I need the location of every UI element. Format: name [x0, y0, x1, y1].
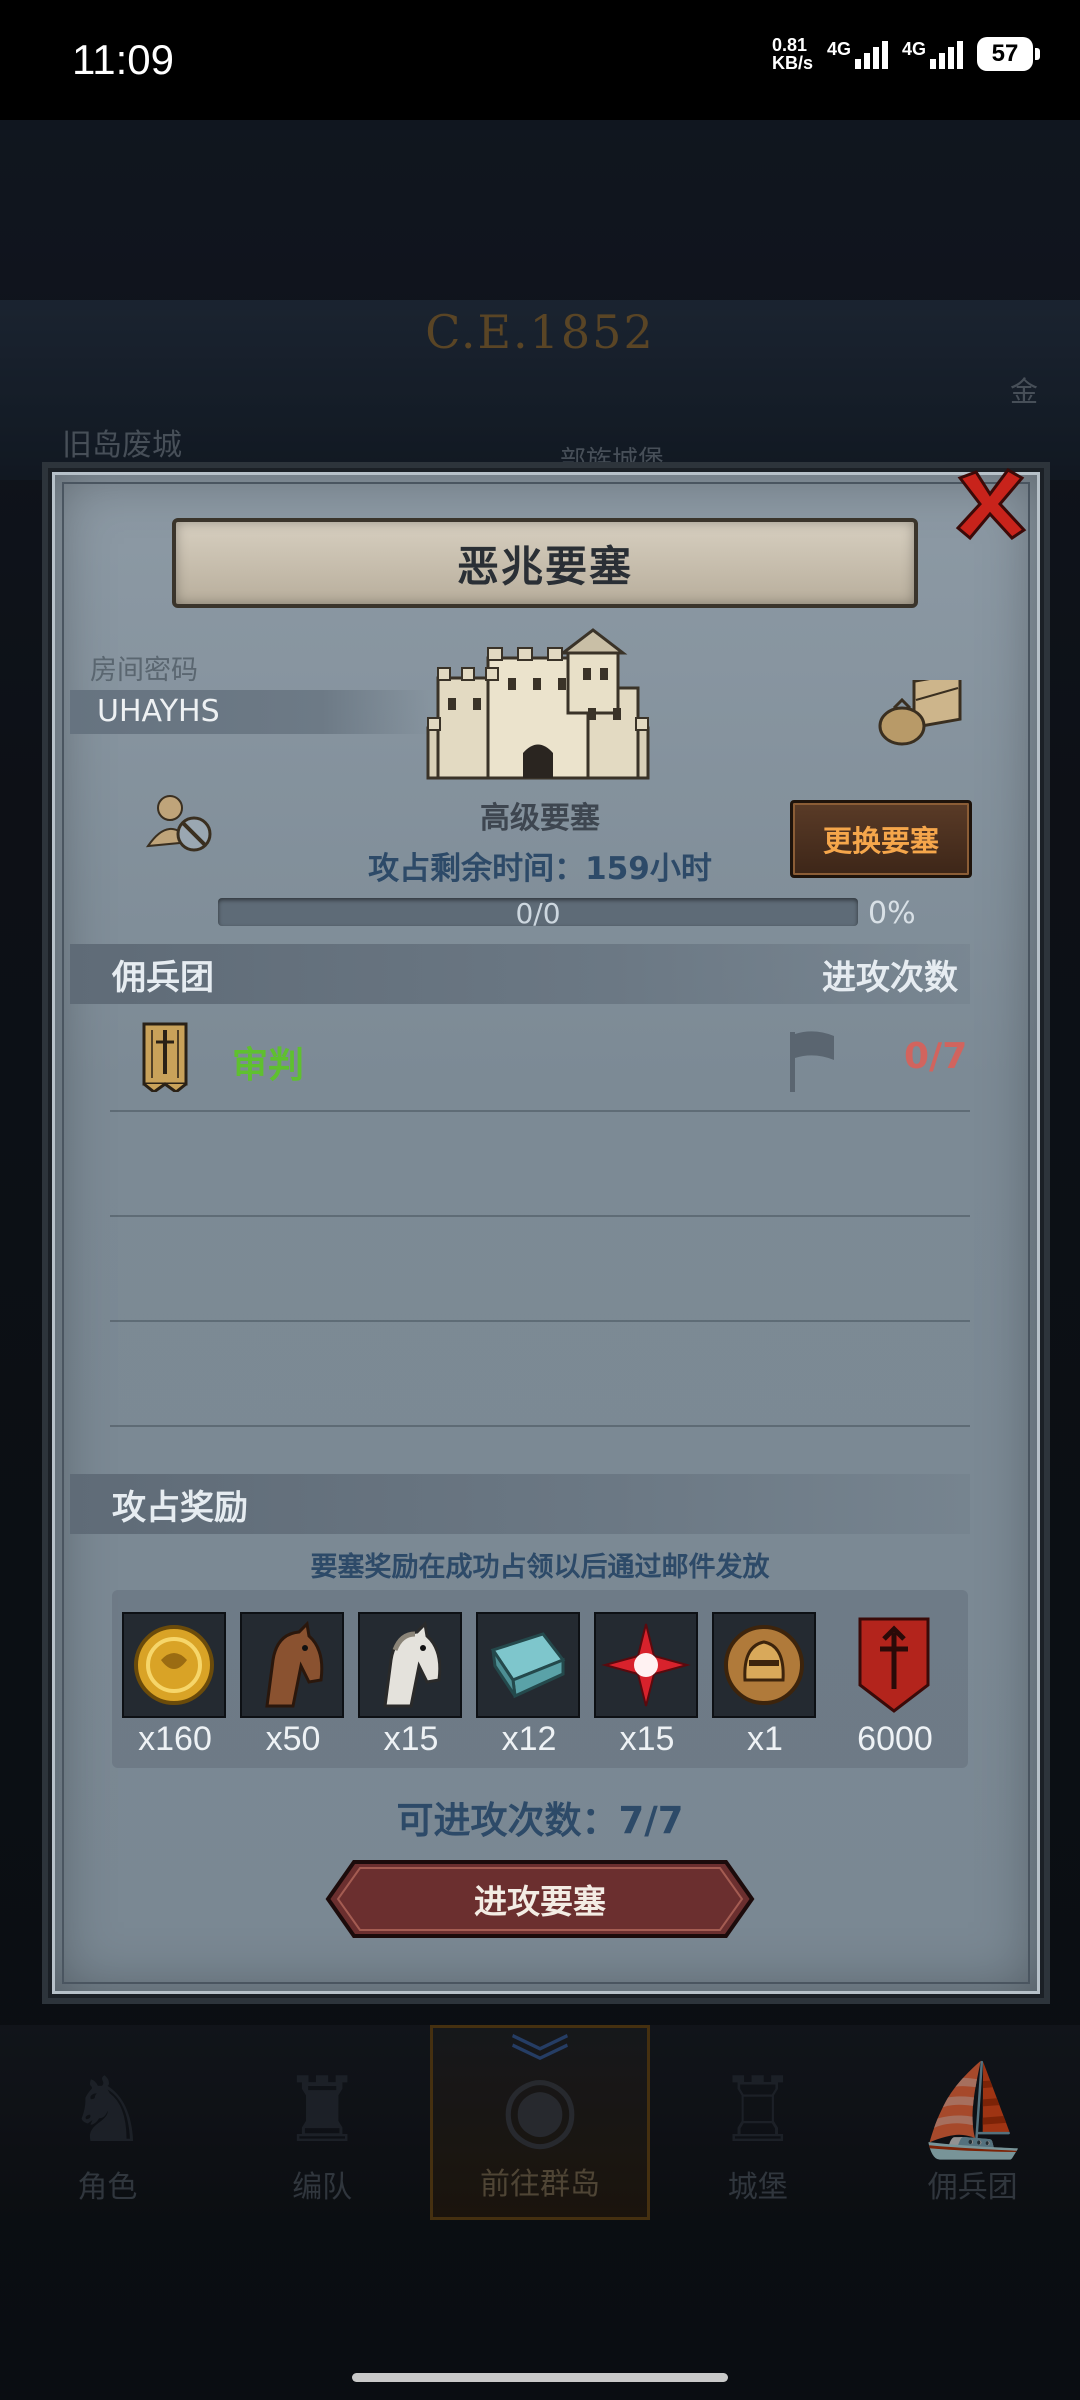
dialog-title-banner: 恶兆要塞 [172, 518, 918, 608]
capture-progress-text: 0/0 [515, 897, 561, 930]
close-x-icon [955, 468, 1027, 541]
loot-bag-icon[interactable] [876, 680, 966, 746]
helmet-medal-icon [724, 1625, 804, 1705]
row-divider [110, 1215, 970, 1217]
row-divider [110, 1110, 970, 1112]
signal-sim1: 4G [827, 39, 888, 69]
mercenary-banner-icon [142, 1022, 188, 1092]
signal-bars-icon [930, 39, 963, 69]
reward-item[interactable]: x50 [240, 1612, 346, 1759]
signal-bars-icon [854, 39, 888, 69]
status-time: 11:09 [72, 36, 174, 83]
mercenary-name[interactable]: 审判 [232, 1036, 304, 1088]
mercenary-header: 佣兵团 [112, 958, 214, 998]
battery-icon: 57 [977, 37, 1040, 71]
gold-coin-icon [134, 1625, 214, 1705]
brown-horse-icon [265, 1620, 324, 1708]
network-speed: 0.81 KB/s [771, 35, 813, 73]
signal-sim2: 4G [902, 39, 963, 69]
close-button[interactable] [948, 462, 1032, 546]
reward-item[interactable]: x12 [476, 1612, 582, 1759]
flag-icon [790, 1031, 834, 1092]
fortress-level: 高级要塞 [480, 801, 600, 836]
red-banner-icon [858, 1617, 930, 1713]
room-password-label: 房间密码 [90, 655, 198, 686]
dialog-title: 恶兆要塞 [456, 541, 633, 591]
attack-fortress-button[interactable]: 进攻要塞 [324, 1858, 756, 1940]
white-horse-icon [383, 1620, 442, 1708]
reward-item[interactable]: 6000 [842, 1612, 948, 1759]
reward-item[interactable]: x15 [358, 1612, 464, 1759]
red-star-icon [601, 1623, 691, 1707]
status-bar: 11:09 0.81 KB/s 4G 4G 57 [0, 0, 1080, 120]
rewards-note: 要塞奖励在成功占领以后通过邮件发放 [310, 1552, 770, 1583]
attack-count-header: 进攻次数 [822, 958, 958, 998]
remaining-time: 攻占剩余时间：159小时 [368, 851, 712, 887]
row-divider [110, 1425, 970, 1427]
cloth-bolt-icon [490, 1632, 566, 1699]
home-indicator[interactable] [352, 2373, 728, 2382]
mercenary-attack-count: 0/7 [904, 1036, 968, 1077]
rewards-header: 攻占奖励 [112, 1488, 248, 1528]
capture-progress-percent: 0% [868, 896, 916, 931]
reward-item[interactable]: x160 [122, 1612, 228, 1759]
attacks-available: 可进攻次数：7/7 [396, 1799, 684, 1842]
reward-item[interactable]: x15 [594, 1612, 700, 1759]
room-password-value[interactable]: UHAYHS [97, 694, 220, 729]
fortress-castle-icon [426, 628, 650, 780]
status-indicators: 0.81 KB/s 4G 4G 57 [772, 36, 1040, 72]
row-divider [110, 1320, 970, 1322]
reward-item[interactable]: x1 [712, 1612, 818, 1759]
